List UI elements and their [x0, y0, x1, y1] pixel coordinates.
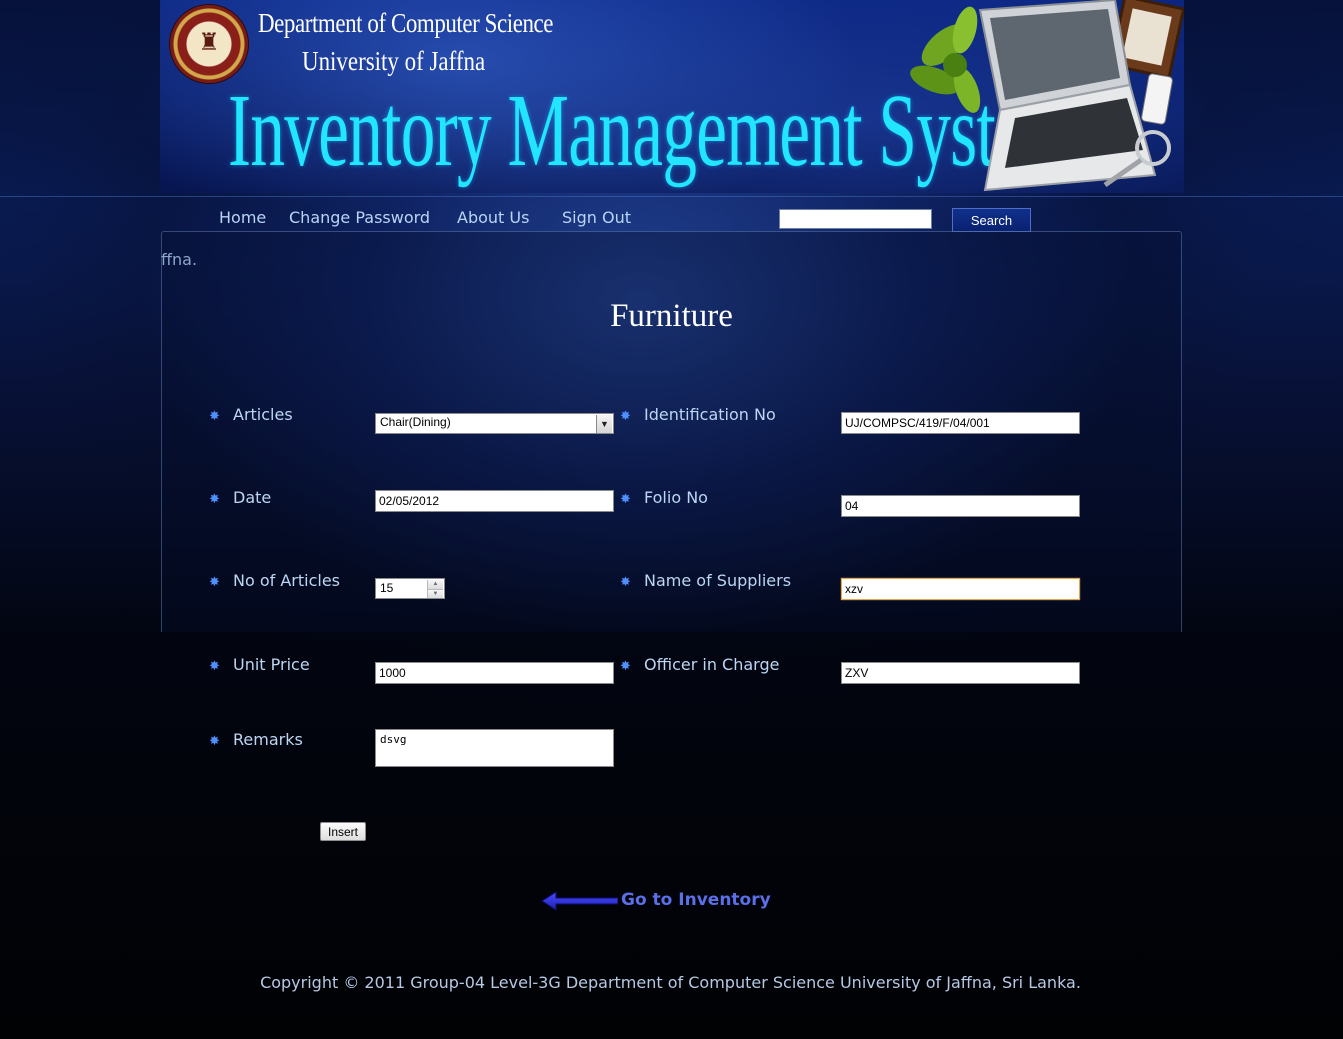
asterisk-bullet-icon: ✸	[209, 409, 220, 424]
unit-price-label: Unit Price	[233, 655, 310, 674]
asterisk-bullet-icon: ✸	[209, 734, 220, 749]
form-title-text: Furniture	[610, 298, 733, 334]
chevron-down-icon[interactable]: ▼	[596, 415, 612, 433]
name-of-suppliers-input[interactable]	[841, 578, 1080, 600]
department-name: Department of Computer Science	[258, 8, 554, 38]
folio-no-label: Folio No	[644, 488, 708, 507]
insert-button[interactable]: Insert	[320, 822, 366, 841]
asterisk-bullet-icon: ✸	[209, 492, 220, 507]
no-of-articles-label: No of Articles	[233, 571, 341, 590]
identification-no-label: Identification No	[644, 405, 776, 424]
asterisk-bullet-icon: ✸	[620, 659, 631, 674]
articles-select[interactable]: Chair(Dining) ▼	[375, 413, 614, 434]
page: ♜ Department of Computer Science Univers…	[0, 0, 1343, 1039]
asterisk-bullet-icon: ✸	[620, 492, 631, 507]
stepper-buttons[interactable]: ▲ ▼	[427, 580, 443, 598]
unit-price-input[interactable]	[375, 662, 614, 684]
asterisk-bullet-icon: ✸	[209, 659, 220, 674]
officer-in-charge-input[interactable]	[841, 662, 1080, 684]
form-title: Furniture	[0, 298, 1343, 335]
search-button[interactable]: Search	[952, 208, 1031, 232]
stray-text: ffna.	[161, 250, 198, 269]
seal-emblem-icon: ♜	[198, 28, 220, 56]
name-of-suppliers-label: Name of Suppliers	[644, 571, 792, 590]
left-arrow-icon	[542, 891, 618, 911]
search-input[interactable]	[779, 209, 932, 229]
date-input[interactable]	[375, 490, 614, 512]
folio-no-input[interactable]	[841, 495, 1080, 517]
no-of-articles-stepper[interactable]: 15 ▲ ▼	[375, 578, 445, 599]
stepper-up-icon[interactable]: ▲	[428, 580, 443, 589]
copyright-text: Copyright © 2011 Group-04 Level-3G Depar…	[260, 973, 1081, 992]
university-seal-logo: ♜	[170, 5, 248, 83]
nav-sign-out[interactable]: Sign Out	[562, 208, 631, 227]
date-label: Date	[233, 488, 272, 507]
nav-home[interactable]: Home	[219, 208, 266, 227]
asterisk-bullet-icon: ✸	[620, 575, 631, 590]
laptop-illustration	[910, 0, 1184, 192]
asterisk-bullet-icon: ✸	[620, 409, 631, 424]
header-divider	[0, 196, 1343, 197]
nav-about-us[interactable]: About Us	[457, 208, 529, 227]
identification-no-input[interactable]	[841, 412, 1080, 434]
nav-change-password[interactable]: Change Password	[289, 208, 430, 227]
officer-in-charge-label: Officer in Charge	[644, 655, 780, 674]
articles-label: Articles	[233, 405, 293, 424]
no-of-articles-value: 15	[380, 581, 394, 595]
stepper-down-icon[interactable]: ▼	[428, 589, 443, 598]
asterisk-bullet-icon: ✸	[209, 575, 220, 590]
remarks-label: Remarks	[233, 730, 303, 749]
footer: Copyright © 2011 Group-04 Level-3G Depar…	[0, 973, 1343, 992]
go-to-inventory-label: Go to Inventory	[621, 890, 771, 910]
remarks-textarea[interactable]: dsvg	[375, 729, 614, 767]
articles-selected-value: Chair(Dining)	[380, 415, 451, 429]
